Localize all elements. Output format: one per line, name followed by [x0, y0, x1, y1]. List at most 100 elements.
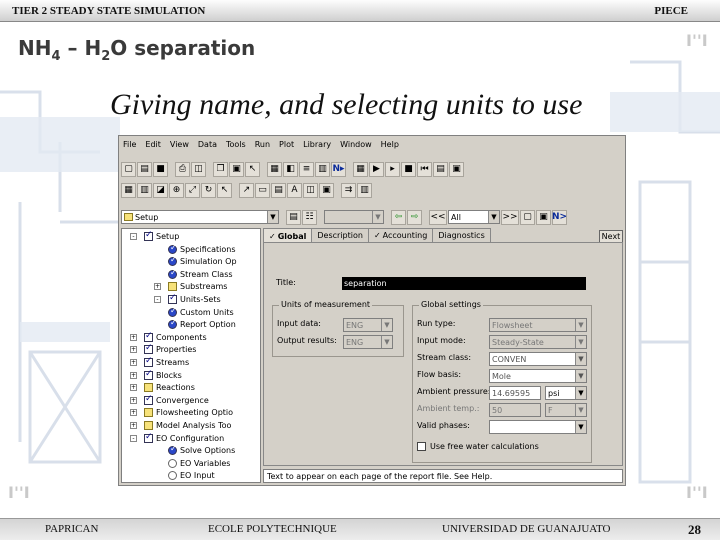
title-input[interactable]: separation — [342, 277, 586, 290]
align-icon[interactable]: ▥ — [137, 182, 152, 198]
save-icon[interactable]: ■ — [153, 161, 168, 177]
tree-item[interactable]: Units-Sets — [168, 293, 221, 305]
tree-item[interactable]: Streams — [144, 356, 189, 368]
expand-icon[interactable]: + — [130, 396, 137, 404]
layout-icon[interactable]: ◫ — [303, 182, 318, 198]
stream-class-select[interactable]: CONVEN ▼ — [489, 352, 587, 366]
tree-item[interactable]: Specifications — [168, 243, 236, 255]
tree-item[interactable]: Blocks — [144, 369, 182, 381]
back-arrow-icon[interactable]: ⇦ — [391, 209, 406, 225]
tree-item[interactable]: Model Analysis Too — [144, 420, 231, 431]
paste-icon[interactable]: ▣ — [229, 161, 244, 177]
menu-tools[interactable]: Tools — [226, 140, 246, 149]
tree-item[interactable]: Components — [144, 331, 207, 343]
expand-icon[interactable]: + — [130, 422, 137, 429]
valid-phases-select[interactable]: ▼ — [489, 420, 587, 434]
model-library-icon[interactable]: ▥ — [357, 182, 372, 198]
expand-icon[interactable]: + — [130, 346, 137, 354]
expand-icon[interactable]: + — [154, 283, 161, 291]
ambient-temp-input[interactable]: 50 — [489, 403, 541, 417]
select-arrow-icon[interactable]: ↖ — [217, 182, 232, 198]
text-icon[interactable]: A — [287, 182, 302, 198]
tree-item[interactable]: Report Option — [168, 318, 236, 330]
free-water-option[interactable]: Use free water calculations — [417, 442, 539, 451]
help-pointer-icon[interactable]: ↖ — [245, 161, 260, 177]
rotate-icon[interactable]: ↻ — [201, 182, 216, 198]
notes-icon[interactable]: ▢ — [520, 209, 535, 225]
grid-icon[interactable]: ▦ — [121, 182, 136, 198]
tab-global[interactable]: ✓ Global — [263, 228, 313, 243]
expand-icon[interactable]: + — [130, 359, 137, 366]
filter-combo[interactable]: All ▼ — [448, 210, 500, 224]
block-icon[interactable]: ▭ — [255, 182, 270, 198]
stream-table-icon[interactable]: ≡ — [299, 161, 314, 177]
ambient-pressure-input[interactable]: 14.69595 — [489, 386, 541, 400]
flow-basis-select[interactable]: Mole ▼ — [489, 369, 587, 383]
input-mode-select[interactable]: Steady-State ▼ — [489, 335, 587, 349]
print-preview-icon[interactable]: ◫ — [191, 161, 206, 177]
scale-icon[interactable]: ⤢ — [185, 182, 200, 198]
grid-view-icon[interactable]: ▦ — [267, 161, 282, 177]
run-icon[interactable]: ▶ — [369, 161, 384, 177]
tree-item[interactable]: EO Configuration — [144, 432, 224, 444]
results-icon[interactable]: ▣ — [449, 161, 464, 177]
step-icon[interactable]: ▸ — [385, 161, 400, 177]
tree-item[interactable]: Custom Units — [168, 306, 234, 318]
menu-help[interactable]: Help — [381, 140, 399, 149]
reinitialize-icon[interactable]: ⏮ — [417, 161, 432, 177]
tree-item[interactable]: Stream Class — [168, 268, 233, 280]
tree-item[interactable]: Convergence — [144, 394, 209, 406]
tab-accounting[interactable]: ✓ Accounting — [367, 228, 434, 242]
free-water-checkbox[interactable] — [417, 442, 426, 451]
input-data-select[interactable]: ENG ▼ — [343, 318, 393, 332]
menu-library[interactable]: Library — [303, 140, 331, 149]
expand-icon[interactable]: + — [130, 371, 137, 379]
global-data-icon[interactable]: ▣ — [319, 182, 334, 198]
menu-file[interactable]: File — [123, 140, 136, 149]
print-icon[interactable]: ⎙ — [175, 161, 190, 177]
tab-description[interactable]: Description — [311, 228, 369, 242]
next-icon[interactable]: N> — [552, 209, 567, 225]
collapse-icon[interactable]: - — [154, 296, 161, 303]
run-type-select[interactable]: Flowsheet ▼ — [489, 318, 587, 332]
stream-icon[interactable]: ↗ — [239, 182, 254, 198]
tree-item[interactable]: Setup — [144, 230, 179, 242]
menu-window[interactable]: Window — [340, 140, 372, 149]
menu-data[interactable]: Data — [198, 140, 217, 149]
setup-folder-combo[interactable]: Setup ▼ — [121, 210, 279, 224]
tree-item[interactable]: Properties — [144, 343, 196, 355]
ambient-pressure-unit-select[interactable]: psi ▼ — [545, 386, 587, 400]
ambient-temp-unit-select[interactable]: F ▼ — [545, 403, 587, 417]
expand-icon[interactable]: + — [130, 384, 137, 392]
output-results-select[interactable]: ENG ▼ — [343, 335, 393, 349]
tree-item[interactable]: Simulation Op — [168, 255, 237, 267]
collapse-icon[interactable]: - — [130, 233, 137, 240]
menu-edit[interactable]: Edit — [145, 140, 161, 149]
object-combo[interactable]: ▼ — [324, 210, 384, 224]
stop-icon[interactable]: ■ — [401, 161, 416, 177]
flowsheet-icon[interactable]: ⇉ — [341, 182, 356, 198]
folder-list-icon[interactable]: ☷ — [302, 209, 317, 225]
snap-icon[interactable]: ◪ — [153, 182, 168, 198]
menu-view[interactable]: View — [170, 140, 189, 149]
collapse-icon[interactable]: - — [130, 434, 137, 442]
next-sheet-button[interactable]: >> — [501, 209, 519, 225]
tree-item[interactable]: Solve Options — [168, 444, 235, 456]
next-expert-icon[interactable]: N▸ — [331, 161, 346, 177]
process-flow-icon[interactable]: ◧ — [283, 161, 298, 177]
tab-diagnostics[interactable]: Diagnostics — [432, 228, 491, 242]
expand-icon[interactable]: + — [130, 333, 137, 341]
menu-plot[interactable]: Plot — [279, 140, 294, 149]
open-folder-icon[interactable]: ▤ — [137, 161, 152, 177]
tree-item[interactable]: Substreams — [168, 281, 227, 292]
up-folder-icon[interactable]: ▤ — [286, 209, 301, 225]
tree-item[interactable]: EO Variables — [168, 458, 230, 469]
table-icon[interactable]: ▤ — [271, 182, 286, 198]
tree-item[interactable]: EO Input — [168, 470, 215, 481]
check-status-icon[interactable]: ▦ — [353, 161, 368, 177]
tree-item[interactable]: Flowsheeting Optio — [144, 407, 233, 418]
status-icon[interactable]: ▣ — [536, 209, 551, 225]
tree-item[interactable]: Reactions — [144, 382, 195, 393]
previous-sheet-button[interactable]: << — [429, 209, 447, 225]
control-panel-icon[interactable]: ▤ — [433, 161, 448, 177]
